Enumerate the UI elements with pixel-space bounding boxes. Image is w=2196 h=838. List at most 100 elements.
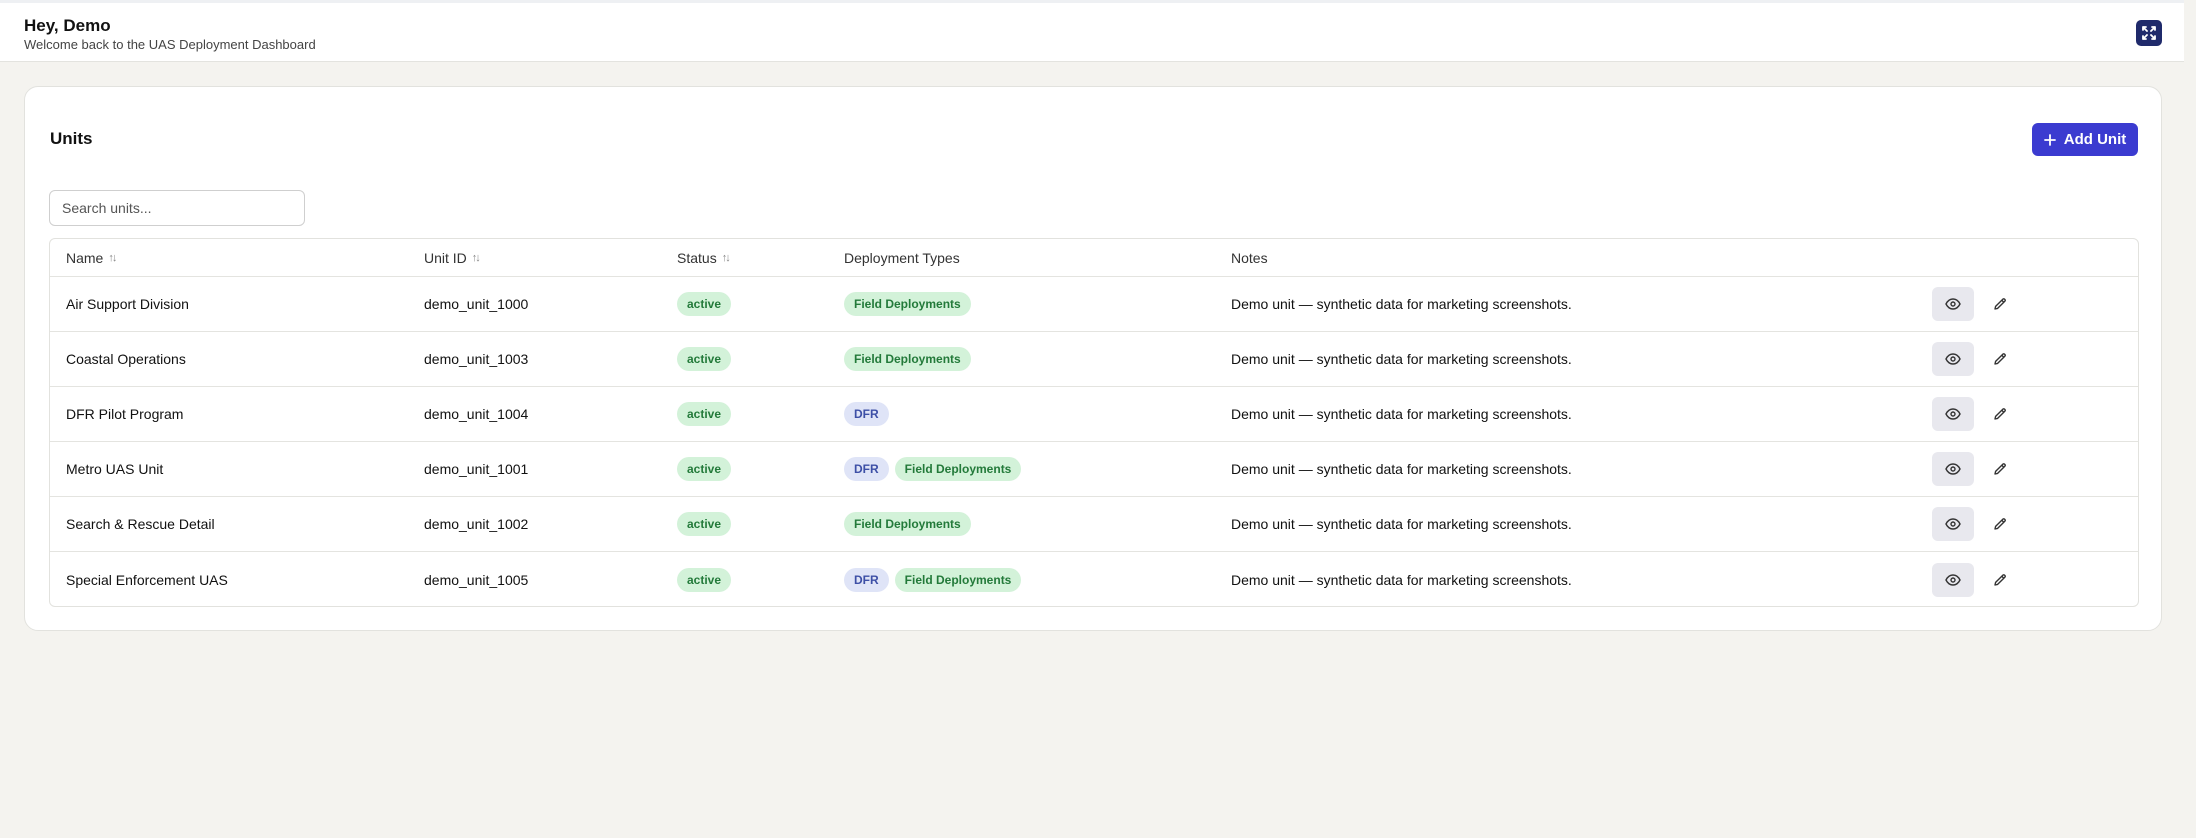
unit-id: demo_unit_1003 <box>424 351 529 367</box>
status-badge: active <box>677 292 732 316</box>
status-badge: active <box>677 567 732 592</box>
table-row: DFR Pilot Program demo_unit_1004 active DFR… <box>50 387 2138 442</box>
sort-icon: ↑↓ <box>721 251 731 264</box>
column-header-unit-id[interactable]: Unit ID ↑↓ <box>424 239 481 276</box>
column-header-notes-label: Notes <box>1231 249 1268 266</box>
greeting: Hey, Demo <box>24 16 111 35</box>
column-header-deployment-types: Deployment Types <box>844 239 960 276</box>
row-actions <box>1932 552 2012 606</box>
eye-icon <box>1945 518 1961 530</box>
status-cell: active <box>677 552 732 606</box>
unit-id: demo_unit_1002 <box>424 516 529 532</box>
row-actions <box>1932 277 2012 331</box>
pencil-icon <box>1994 298 2006 310</box>
unit-notes: Demo unit — synthetic data for marketing… <box>1231 351 1572 367</box>
dfr-badge: DFR <box>844 402 889 426</box>
table-row: Air Support Division demo_unit_1000 active… <box>50 277 2138 332</box>
column-header-name-label: Name <box>66 249 104 266</box>
status-cell: active <box>677 442 732 496</box>
units-table: Name ↑↓ Unit ID ↑↓ Status ↑↓ Deployment … <box>49 238 2139 607</box>
unit-name: Coastal Operations <box>66 351 186 367</box>
unit-notes: Demo unit — synthetic data for marketing… <box>1231 461 1572 477</box>
pencil-icon <box>1994 353 2006 365</box>
edit-button[interactable] <box>1988 563 2012 597</box>
column-header-status[interactable]: Status ↑↓ <box>677 239 731 276</box>
view-button[interactable] <box>1932 507 1974 541</box>
eye-icon <box>1945 408 1961 420</box>
deployment-types-cell: DFR Field Deployments <box>844 552 1022 606</box>
status-badge: active <box>677 402 732 426</box>
view-button[interactable] <box>1932 452 1974 486</box>
unit-id: demo_unit_1000 <box>424 296 529 312</box>
edit-button[interactable] <box>1988 507 2012 541</box>
unit-notes: Demo unit — synthetic data for marketing… <box>1231 296 1572 312</box>
column-header-name[interactable]: Name ↑↓ <box>66 239 117 276</box>
status-cell: active <box>677 332 732 386</box>
view-button[interactable] <box>1932 342 1974 376</box>
unit-name: Special Enforcement UAS <box>66 571 228 588</box>
row-actions <box>1932 442 2012 496</box>
top-bar: Hey, Demo Welcome back to the UAS Deploy… <box>0 0 2184 62</box>
unit-name: Air Support Division <box>66 296 189 312</box>
add-unit-label: Add Unit <box>2063 131 2127 148</box>
welcome-subtitle: Welcome back to the UAS Deployment Dashb… <box>24 37 316 52</box>
units-card: Units Add Unit Name ↑↓ Unit ID ↑↓ Status… <box>24 86 2162 631</box>
field-deployments-badge: Field Deployments <box>894 457 1022 481</box>
sort-icon: ↑↓ <box>108 251 117 264</box>
field-deployments-badge: Field Deployments <box>894 567 1022 592</box>
pencil-icon <box>1994 463 2006 475</box>
unit-name: DFR Pilot Program <box>66 406 184 422</box>
edit-button[interactable] <box>1988 342 2012 376</box>
field-deployments-badge: Field Deployments <box>844 512 971 536</box>
add-unit-button[interactable]: Add Unit <box>2032 123 2138 156</box>
table-row: Special Enforcement UAS demo_unit_1005 act… <box>50 552 2138 606</box>
deployment-types-cell: Field Deployments <box>844 277 971 331</box>
unit-notes: Demo unit — synthetic data for marketing… <box>1231 571 1572 588</box>
edit-button[interactable] <box>1988 287 2012 321</box>
column-header-unit-id-label: Unit ID <box>424 249 467 266</box>
unit-id: demo_unit_1005 <box>424 571 529 588</box>
deployment-types-cell: DFR <box>844 387 889 441</box>
unit-notes: Demo unit — synthetic data for marketing… <box>1231 516 1572 532</box>
status-badge: active <box>677 347 732 371</box>
units-title: Units <box>50 129 93 148</box>
unit-name: Metro UAS Unit <box>66 461 164 477</box>
eye-icon <box>1945 573 1961 586</box>
row-actions <box>1932 497 2012 551</box>
unit-id: demo_unit_1001 <box>424 461 529 477</box>
deployment-types-cell: Field Deployments <box>844 332 971 386</box>
deployment-types-cell: DFR Field Deployments <box>844 442 1022 496</box>
view-button[interactable] <box>1932 397 1974 431</box>
plus-icon <box>2043 133 2056 146</box>
sort-icon: ↑↓ <box>471 251 481 264</box>
eye-icon <box>1945 463 1961 475</box>
status-badge: active <box>677 457 732 481</box>
eye-icon <box>1945 353 1961 365</box>
status-cell: active <box>677 387 732 441</box>
expand-button[interactable] <box>2136 20 2162 46</box>
pencil-icon <box>1994 518 2006 530</box>
field-deployments-badge: Field Deployments <box>844 292 971 316</box>
pencil-icon <box>1994 573 2006 586</box>
dfr-badge: DFR <box>844 567 889 592</box>
row-actions <box>1932 332 2012 386</box>
dfr-badge: DFR <box>844 457 889 481</box>
view-button[interactable] <box>1932 287 1974 321</box>
table-row: Coastal Operations demo_unit_1003 active Fi… <box>50 332 2138 387</box>
search-input[interactable] <box>49 190 305 226</box>
unit-id: demo_unit_1004 <box>424 406 529 422</box>
column-header-status-label: Status <box>677 249 717 266</box>
pencil-icon <box>1994 408 2006 420</box>
edit-button[interactable] <box>1988 452 2012 486</box>
deployment-types-cell: Field Deployments <box>844 497 971 551</box>
table-row: Metro UAS Unit demo_unit_1001 active DFR Fie… <box>50 442 2138 497</box>
column-header-deployment-types-label: Deployment Types <box>844 249 960 266</box>
expand-icon <box>2142 26 2156 40</box>
unit-notes: Demo unit — synthetic data for marketing… <box>1231 406 1572 422</box>
view-button[interactable] <box>1932 562 1974 597</box>
edit-button[interactable] <box>1988 397 2012 431</box>
status-cell: active <box>677 277 732 331</box>
row-actions <box>1932 387 2012 441</box>
eye-icon <box>1945 298 1961 310</box>
table-row: Search & Rescue Detail demo_unit_1002 acti… <box>50 497 2138 552</box>
